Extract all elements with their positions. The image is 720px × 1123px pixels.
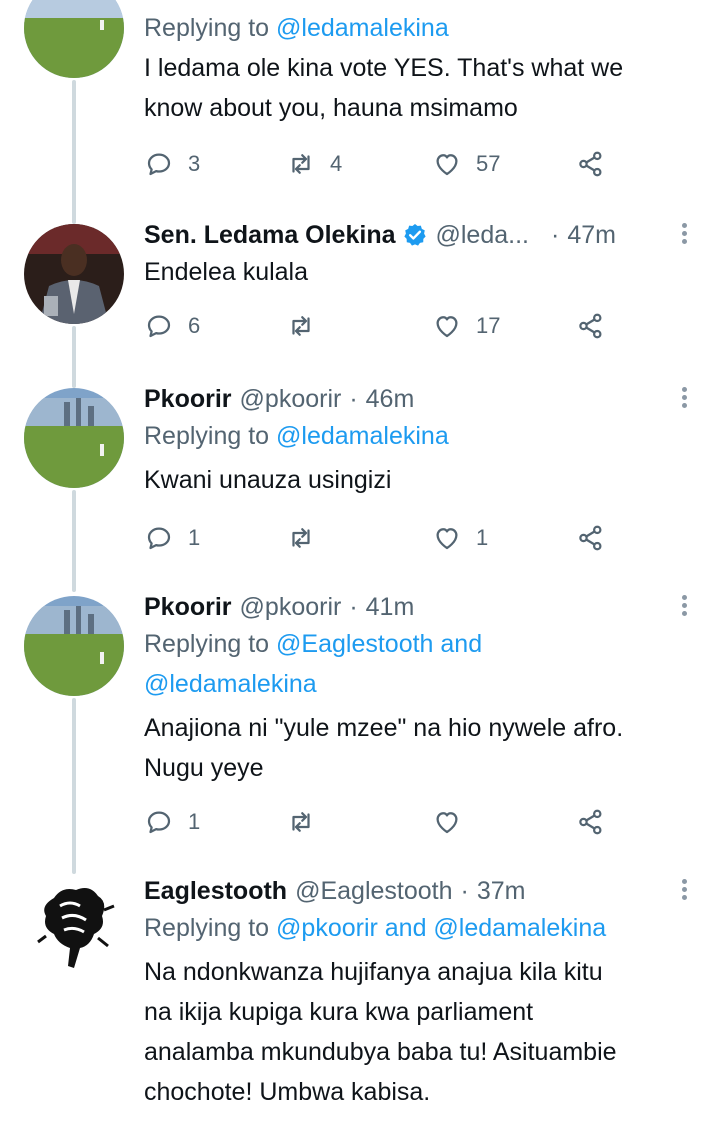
retweet-button[interactable] bbox=[286, 518, 330, 558]
avatar[interactable] bbox=[24, 596, 124, 696]
avatar[interactable] bbox=[24, 388, 124, 488]
heart-icon bbox=[436, 528, 458, 550]
like-button[interactable]: 57 bbox=[432, 144, 500, 184]
reply-icon bbox=[147, 315, 171, 338]
retweet-icon bbox=[292, 812, 310, 832]
tweet-header: Pkoorir @pkoorir · 46m bbox=[144, 382, 696, 416]
separator-dot: · bbox=[460, 877, 469, 905]
more-dots-icon[interactable] bbox=[672, 220, 696, 250]
replying-to: Replying to @pkoorir and @ledamalekina bbox=[144, 914, 607, 942]
tweet-actions: 1 1 bbox=[144, 518, 614, 558]
user-handle[interactable]: @pkoorir bbox=[240, 382, 342, 416]
tweet-text: Endelea kulala bbox=[144, 258, 309, 286]
avatar-image bbox=[24, 876, 124, 976]
display-name[interactable]: Pkoorir bbox=[144, 590, 232, 624]
share-button[interactable] bbox=[576, 518, 606, 558]
share-icon bbox=[579, 525, 602, 551]
heart-icon bbox=[436, 316, 458, 338]
share-button[interactable] bbox=[576, 802, 606, 842]
reply-button[interactable]: 1 bbox=[144, 802, 200, 842]
like-count: 17 bbox=[476, 313, 501, 338]
avatar-image bbox=[24, 0, 124, 78]
avatar[interactable] bbox=[24, 876, 124, 976]
more-dots-icon[interactable] bbox=[672, 592, 696, 622]
tweet-actions: 1 bbox=[144, 802, 614, 842]
reply-button[interactable]: 3 bbox=[144, 144, 200, 184]
retweet-icon bbox=[292, 316, 310, 336]
tweet[interactable]: Pkoorir @pkoorir · 41m Replying to @Eagl… bbox=[0, 588, 720, 858]
retweet-icon bbox=[292, 154, 310, 174]
tweet-text: Anajiona ni "yule mzee" na hio nywele af… bbox=[144, 714, 624, 782]
tweet-header: Pkoorir @pkoorir · 41m bbox=[144, 590, 696, 624]
replying-to: Replying to @Eaglestooth and @ledamaleki… bbox=[144, 624, 696, 704]
retweet-count: 4 bbox=[330, 151, 343, 176]
reply-button[interactable]: 1 bbox=[144, 518, 200, 558]
share-icon bbox=[579, 313, 602, 339]
tweet-text: I ledama ole kina vote YES. That's what … bbox=[144, 54, 624, 122]
display-name[interactable]: Eaglestooth bbox=[144, 874, 287, 908]
tweet-text: Kwani unauza usingizi bbox=[144, 466, 392, 494]
retweet-icon bbox=[292, 528, 310, 548]
retweet-button[interactable] bbox=[286, 306, 330, 346]
tweet[interactable]: Replying to @ledamalekina I ledama ole k… bbox=[0, 0, 720, 200]
reply-icon bbox=[147, 527, 171, 550]
retweet-button[interactable] bbox=[286, 802, 316, 842]
retweet-button[interactable]: 4 bbox=[286, 144, 342, 184]
timestamp[interactable]: 46m bbox=[366, 382, 415, 416]
user-handle[interactable]: @Eaglestooth bbox=[295, 874, 452, 908]
like-count: 57 bbox=[476, 151, 501, 176]
user-handle[interactable]: @leda... bbox=[436, 218, 529, 252]
tweet-actions: 6 17 bbox=[144, 306, 614, 346]
like-button[interactable]: 17 bbox=[432, 306, 500, 346]
avatar-image bbox=[24, 596, 124, 696]
reply-count: 1 bbox=[188, 809, 201, 834]
timestamp[interactable]: 47m bbox=[567, 218, 616, 252]
tweet-text: Na ndonkwanza hujifanya anajua kila kitu… bbox=[144, 958, 617, 1106]
tweet-header: Eaglestooth @Eaglestooth · 37m bbox=[144, 874, 696, 908]
heart-icon bbox=[436, 154, 458, 176]
avatar-image bbox=[24, 224, 124, 324]
user-handle[interactable]: @pkoorir bbox=[240, 590, 342, 624]
avatar[interactable] bbox=[24, 0, 124, 78]
share-icon bbox=[579, 809, 602, 835]
replying-to: Replying to @ledamalekina bbox=[144, 14, 449, 42]
reply-icon bbox=[147, 811, 171, 834]
like-count: 1 bbox=[476, 525, 489, 550]
more-dots-icon[interactable] bbox=[672, 876, 696, 906]
mention-link[interactable]: @ledamalekina bbox=[276, 14, 449, 42]
reply-count: 3 bbox=[188, 151, 201, 176]
mention-link[interactable]: @ledamalekina bbox=[276, 422, 449, 450]
separator-dot: · bbox=[349, 385, 358, 413]
display-name[interactable]: Sen. Ledama Olekina bbox=[144, 218, 396, 252]
separator-dot: · bbox=[349, 593, 358, 621]
display-name[interactable]: Pkoorir bbox=[144, 382, 232, 416]
timestamp[interactable]: 41m bbox=[366, 590, 415, 624]
share-button[interactable] bbox=[576, 144, 606, 184]
reply-button[interactable]: 6 bbox=[144, 306, 200, 346]
mention-link[interactable]: @Eaglestooth and bbox=[276, 630, 482, 658]
reply-count: 6 bbox=[188, 313, 201, 338]
mention-link[interactable]: @ledamalekina bbox=[144, 664, 696, 704]
tweet-header: Sen. Ledama Olekina @leda... · 47m bbox=[144, 218, 696, 252]
tweet[interactable]: Eaglestooth @Eaglestooth · 37m Replying … bbox=[0, 866, 720, 1123]
separator-dot: · bbox=[550, 221, 560, 249]
heart-icon bbox=[436, 812, 458, 834]
more-dots-icon[interactable] bbox=[672, 384, 696, 414]
reply-icon bbox=[147, 153, 171, 176]
mention-link[interactable]: @pkoorir and @ledamalekina bbox=[276, 914, 606, 942]
verified-badge-icon bbox=[403, 223, 426, 246]
share-button[interactable] bbox=[576, 306, 606, 346]
avatar-image bbox=[24, 388, 124, 488]
reply-count: 1 bbox=[188, 525, 201, 550]
like-button[interactable] bbox=[432, 802, 462, 842]
avatar[interactable] bbox=[24, 224, 124, 324]
share-icon bbox=[579, 151, 602, 177]
tweet[interactable]: Sen. Ledama Olekina @leda... · 47m Endel… bbox=[0, 216, 720, 376]
tweet-actions: 3 4 57 bbox=[144, 144, 614, 184]
timestamp[interactable]: 37m bbox=[477, 874, 526, 908]
replying-to: Replying to @ledamalekina bbox=[144, 422, 449, 450]
tweet[interactable]: Pkoorir @pkoorir · 46m Replying to @leda… bbox=[0, 380, 720, 580]
like-button[interactable]: 1 bbox=[432, 518, 488, 558]
